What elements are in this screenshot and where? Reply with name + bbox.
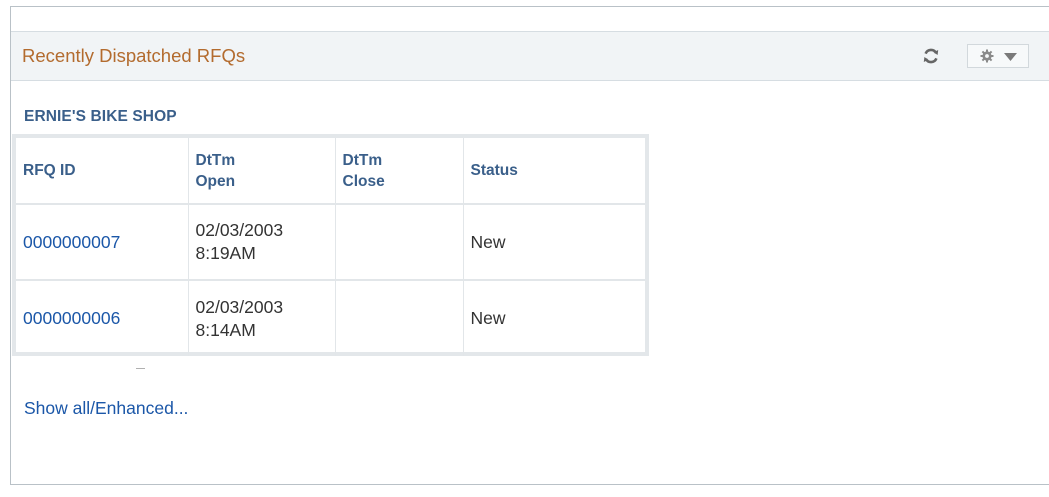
- status-header-label: Status: [470, 162, 518, 179]
- gear-icon: [980, 49, 994, 63]
- rfq-id-link[interactable]: 0000000006: [16, 280, 189, 356]
- status-cell: New: [463, 204, 645, 281]
- open-time: 8:14AM: [195, 319, 256, 340]
- status-cell: New: [470, 308, 506, 328]
- options-menu-button[interactable]: [967, 44, 1029, 68]
- rfq-id-link[interactable]: 0000000007: [16, 204, 189, 281]
- open-date: 02/03/2003: [195, 220, 284, 240]
- column-header-status[interactable]: Status: [463, 138, 645, 205]
- pagelet-title: Recently Dispatched RFQs: [22, 45, 246, 66]
- dttm-open-cell: 02/03/2003 8:14AM: [188, 280, 336, 356]
- open-date: 02/03/2003: [195, 296, 284, 317]
- column-header-rfq-id[interactable]: RFQ ID: [16, 138, 189, 205]
- rfq-grid: RFQ ID DtTm Open DtTm Close Status 00000…: [12, 134, 649, 356]
- organization-heading: ERNIE'S BIKE SHOP: [24, 108, 177, 125]
- column-header-dttm-close[interactable]: DtTm Close: [335, 138, 464, 205]
- column-header-dttm-open[interactable]: DtTm Open: [188, 138, 336, 205]
- rfq-table: RFQ ID DtTm Open DtTm Close Status 00000…: [16, 138, 645, 356]
- table-row: 0000000006 02/03/2003 8:14AM New: [16, 280, 645, 356]
- dttm-open-cell: 02/03/2003 8:19AM: [188, 204, 336, 281]
- table-header-row: RFQ ID DtTm Open DtTm Close Status: [16, 138, 645, 205]
- chevron-down-icon: [1004, 53, 1017, 61]
- pagelet-header: Recently Dispatched RFQs: [11, 31, 1049, 81]
- dttm-close-cell: [335, 204, 464, 281]
- divider: [136, 368, 145, 369]
- dttm-close-cell: [335, 280, 464, 356]
- dttm-close-header-line2: Close: [342, 172, 385, 190]
- open-time: 8:19AM: [195, 243, 256, 263]
- dttm-close-header-line1: DtTm: [342, 151, 383, 169]
- rfq-id-header-label: RFQ ID: [23, 162, 76, 179]
- refresh-icon[interactable]: [921, 46, 941, 66]
- show-all-link[interactable]: Show all/Enhanced...: [24, 398, 188, 419]
- dttm-open-header-line1: DtTm: [195, 151, 236, 169]
- dttm-open-header-line2: Open: [195, 172, 236, 190]
- table-row: 0000000007 02/03/2003 8:19AM New: [16, 204, 645, 281]
